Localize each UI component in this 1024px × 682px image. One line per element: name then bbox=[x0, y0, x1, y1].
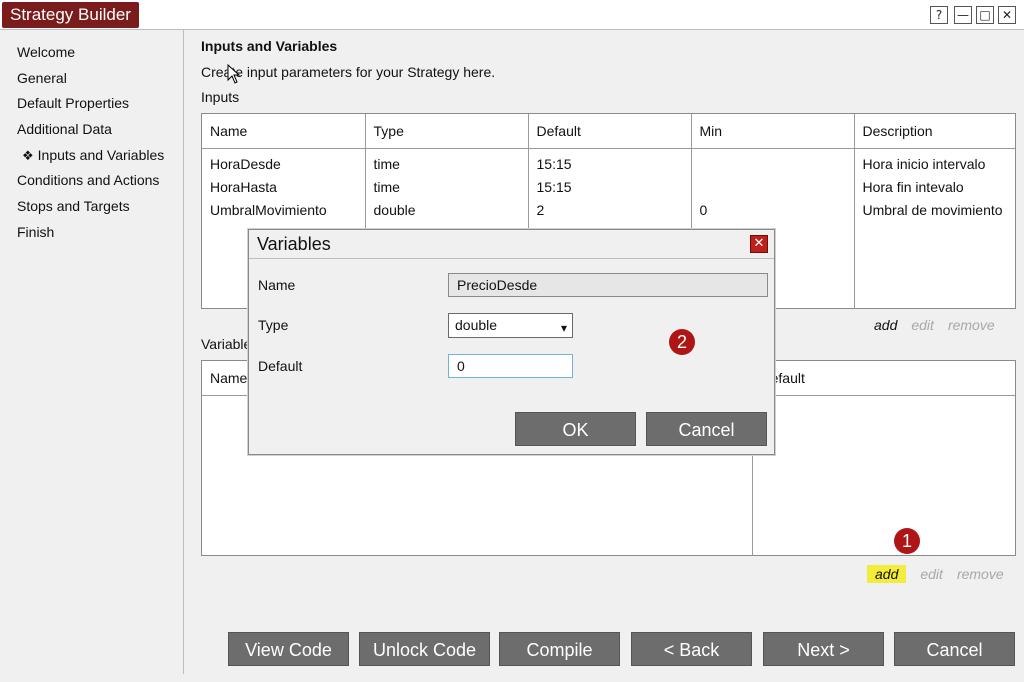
dialog-title: Variables bbox=[257, 234, 331, 254]
cell-description: Umbral de movimiento bbox=[862, 201, 1003, 218]
step-additional-data[interactable]: Additional Data bbox=[0, 117, 183, 143]
cancel-button[interactable]: Cancel bbox=[894, 632, 1015, 666]
back-button[interactable]: < Back bbox=[631, 632, 752, 666]
variables-actions: add edit remove bbox=[853, 565, 1004, 583]
name-field[interactable] bbox=[448, 273, 768, 297]
column-header-description[interactable]: Description bbox=[854, 114, 1015, 149]
cell-min bbox=[691, 148, 855, 175]
cell-name: HoraHasta bbox=[202, 175, 366, 198]
help-icon[interactable]: ? bbox=[930, 6, 948, 24]
inputs-actions: add edit remove bbox=[860, 317, 995, 333]
cell-description: Hora inicio intervalo bbox=[862, 155, 986, 172]
column-header-type[interactable]: Type bbox=[365, 114, 529, 149]
variables-remove-link[interactable]: remove bbox=[957, 566, 1004, 582]
default-field[interactable] bbox=[448, 354, 573, 378]
cell-min: 0 bbox=[691, 198, 855, 221]
step-label: Inputs and Variables bbox=[37, 146, 165, 163]
variables-edit-link[interactable]: edit bbox=[920, 566, 943, 582]
type-selected-value: double bbox=[455, 317, 498, 333]
table-row[interactable]: HoraDesde time 15:15 Hora inicio interva… bbox=[202, 148, 1015, 175]
close-icon[interactable]: ✕ bbox=[750, 235, 768, 253]
table-row[interactable]: UmbralMovimiento double 2 0 Umbral de mo… bbox=[202, 198, 1015, 221]
step-general[interactable]: General bbox=[0, 66, 183, 92]
dialog-cancel-button[interactable]: Cancel bbox=[646, 412, 767, 446]
column-header-default[interactable]: Default bbox=[528, 114, 692, 149]
inputs-label: Inputs bbox=[201, 89, 240, 105]
unlock-code-button[interactable]: Unlock Code bbox=[359, 632, 490, 666]
cell-name: HoraDesde bbox=[202, 148, 366, 175]
column-header-min[interactable]: Min bbox=[691, 114, 855, 149]
title-bar: Strategy Builder ? — □ ✕ bbox=[0, 0, 1024, 30]
type-label: Type bbox=[258, 317, 289, 333]
default-label: Default bbox=[258, 358, 303, 374]
mouse-cursor-icon bbox=[227, 64, 241, 84]
ok-button[interactable]: OK bbox=[515, 412, 636, 446]
cell-name: UmbralMovimiento bbox=[202, 198, 366, 221]
step-inputs-and-variables[interactable]: ❖ Inputs and Variables bbox=[0, 143, 183, 169]
inputs-add-link[interactable]: add bbox=[874, 317, 897, 333]
cell-type: double bbox=[365, 198, 529, 221]
minimize-icon[interactable]: — bbox=[954, 6, 972, 24]
next-button[interactable]: Next > bbox=[763, 632, 884, 666]
current-step-bullet-icon: ❖ bbox=[22, 147, 34, 163]
page-title: Inputs and Variables bbox=[201, 38, 338, 54]
cell-type: time bbox=[365, 175, 529, 198]
column-header-name[interactable]: Name bbox=[202, 114, 366, 149]
table-row[interactable]: HoraHasta time 15:15 Hora fin intevalo bbox=[202, 175, 1015, 198]
close-icon[interactable]: ✕ bbox=[998, 6, 1016, 24]
cell-description: Hora fin intevalo bbox=[862, 178, 964, 195]
variables-dialog: Variables ✕ Name Type double ▾ Default 2… bbox=[248, 229, 775, 455]
cell-min bbox=[691, 175, 855, 198]
dialog-title-bar: Variables ✕ bbox=[249, 230, 774, 259]
window-title: Strategy Builder bbox=[2, 2, 139, 28]
view-code-button[interactable]: View Code bbox=[228, 632, 349, 666]
maximize-icon[interactable]: □ bbox=[976, 6, 994, 24]
step-finish[interactable]: Finish bbox=[0, 220, 183, 246]
step-marker-1: 1 bbox=[894, 528, 920, 554]
page-description: Create input parameters for your Strateg… bbox=[201, 64, 496, 80]
cell-default: 2 bbox=[528, 198, 692, 221]
cell-default: 15:15 bbox=[528, 175, 692, 198]
step-marker-2: 2 bbox=[669, 329, 695, 355]
chevron-down-icon: ▾ bbox=[560, 321, 567, 335]
column-header-default[interactable]: Default bbox=[752, 361, 1015, 396]
name-label: Name bbox=[258, 277, 296, 293]
compile-button[interactable]: Compile bbox=[499, 632, 620, 666]
type-select[interactable]: double ▾ bbox=[448, 313, 573, 338]
step-conditions-and-actions[interactable]: Conditions and Actions bbox=[0, 168, 183, 194]
variables-add-link[interactable]: add bbox=[867, 565, 907, 583]
cell-type: time bbox=[365, 148, 529, 175]
wizard-steps-sidebar: Welcome General Default Properties Addit… bbox=[0, 30, 184, 674]
inputs-remove-link[interactable]: remove bbox=[948, 317, 995, 333]
step-stops-and-targets[interactable]: Stops and Targets bbox=[0, 194, 183, 220]
inputs-edit-link[interactable]: edit bbox=[911, 317, 934, 333]
step-welcome[interactable]: Welcome bbox=[0, 40, 183, 66]
cell-default: 15:15 bbox=[528, 148, 692, 175]
step-default-properties[interactable]: Default Properties bbox=[0, 91, 183, 117]
